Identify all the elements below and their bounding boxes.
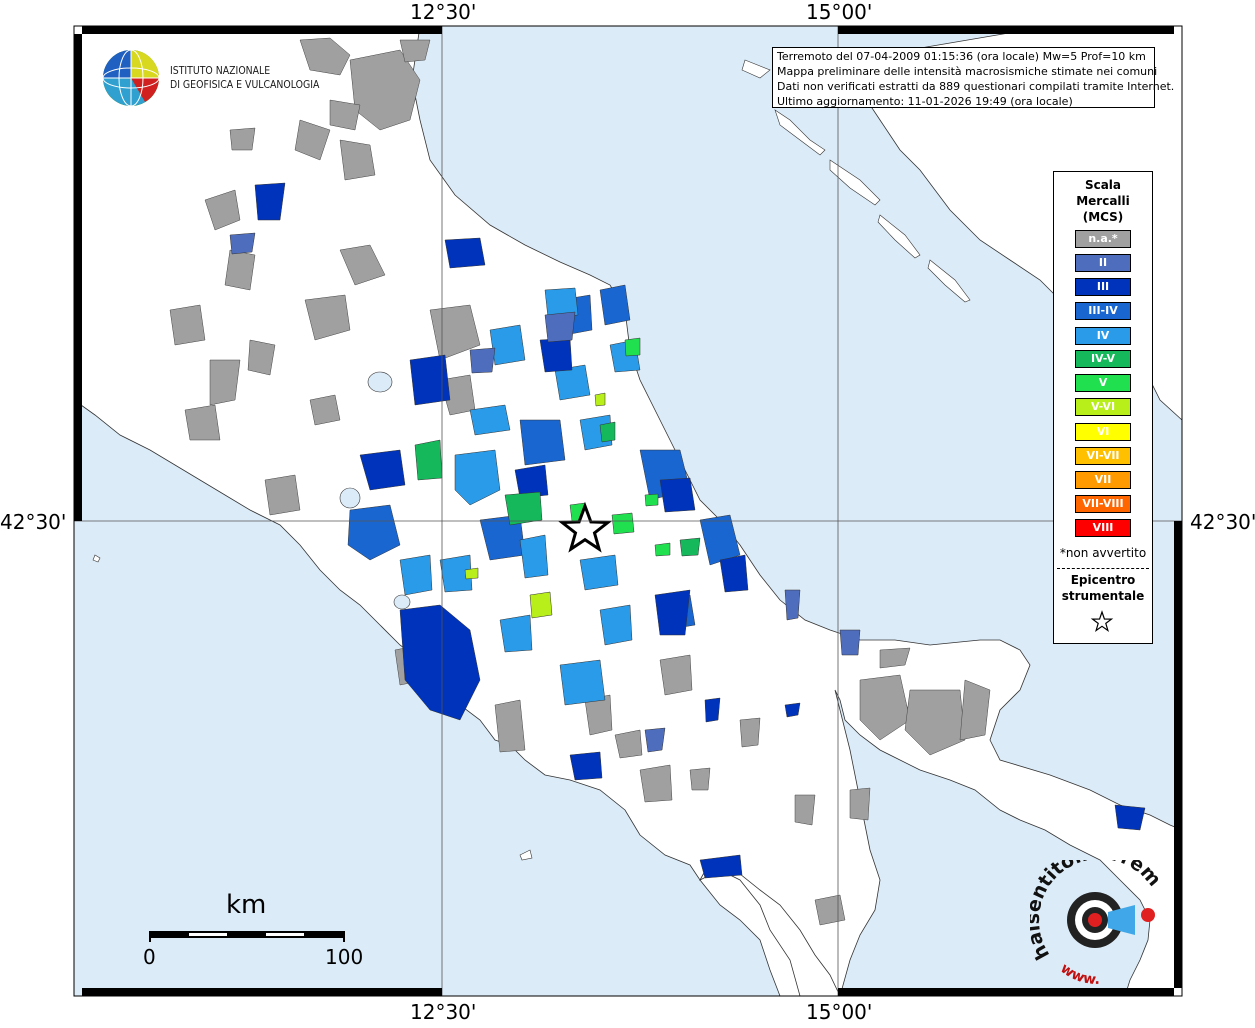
legend-item-na: n.a.* (1075, 230, 1131, 248)
info-line-1: Terremoto del 07-04-2009 01:15:36 (ora l… (777, 50, 1146, 63)
legend-item-vi: VI (1075, 423, 1131, 441)
legend-epi-2: strumentale (1061, 589, 1145, 603)
legend-item-iii: III (1075, 278, 1131, 296)
legend-item-iv-v: IV-V (1075, 350, 1131, 368)
legend-separator (1057, 568, 1149, 569)
scale-max-label: 100 (325, 945, 364, 969)
top-right-lon-label: 15°00' (806, 0, 873, 24)
legend-item-vii-viii: VII-VIII (1075, 495, 1131, 513)
mcs-legend: Scala Mercalli (MCS) n.a.* II III III-IV… (1053, 171, 1153, 644)
scale-title: km (226, 890, 267, 920)
bottom-left-lon-label: 12°30' (410, 1000, 477, 1024)
lake-bracciano (393, 594, 411, 610)
legend-note: *non avvertito (1059, 546, 1147, 560)
legend-item-ii: II (1075, 254, 1131, 272)
ingv-line2: DI GEOFISICA E VULCANOLOGIA (170, 78, 320, 91)
legend-epicenter-title: Epicentro strumentale (1054, 572, 1152, 604)
legend-title-3: (MCS) (1082, 210, 1124, 224)
legend-title: Scala Mercalli (MCS) (1054, 177, 1152, 225)
legend-item-vi-vii: VI-VII (1075, 447, 1131, 465)
haisentito-www-text: www. (1057, 960, 1100, 988)
lake-trasimeno (367, 371, 393, 393)
legend-title-2: Mercalli (1076, 194, 1130, 208)
legend-item-v-vi: V-VI (1075, 398, 1131, 416)
scale-min-label: 0 (143, 945, 156, 969)
legend-star-icon (1090, 610, 1114, 632)
legend-item-iv: IV (1075, 327, 1131, 345)
legend-epi-1: Epicentro (1070, 573, 1136, 587)
legend-item-v: V (1075, 374, 1131, 392)
legend-item-vii: VII (1075, 471, 1131, 489)
legend-item-viii: VIII (1075, 519, 1131, 537)
ingv-line1: ISTITUTO NAZIONALE (170, 64, 271, 77)
right-lat-label: 42°30' (1190, 510, 1255, 534)
haisentito-logo: haisentitoilterremoto.it www. (1030, 860, 1165, 988)
event-info-box: Terremoto del 07-04-2009 01:15:36 (ora l… (772, 47, 1175, 108)
legend-item-iii-iv: III-IV (1075, 302, 1131, 320)
top-left-lon-label: 12°30' (410, 0, 477, 24)
left-lat-label: 42°30' (0, 510, 67, 534)
bottom-right-lon-label: 15°00' (806, 1000, 873, 1024)
info-line-3: Dati non verificati estratti da 889 ques… (777, 80, 1175, 93)
ingv-logo-text: ISTITUTO NAZIONALE DI GEOFISICA E VULCAN… (170, 64, 319, 92)
lake-bolsena (339, 487, 361, 509)
haisentito-www-path: www. (1057, 960, 1100, 988)
legend-title-1: Scala (1084, 178, 1122, 192)
info-line-2: Mappa preliminare delle intensità macros… (777, 65, 1158, 78)
info-line-4: Ultimo aggiornamento: 11-01-2026 19:49 (… (777, 95, 1073, 108)
